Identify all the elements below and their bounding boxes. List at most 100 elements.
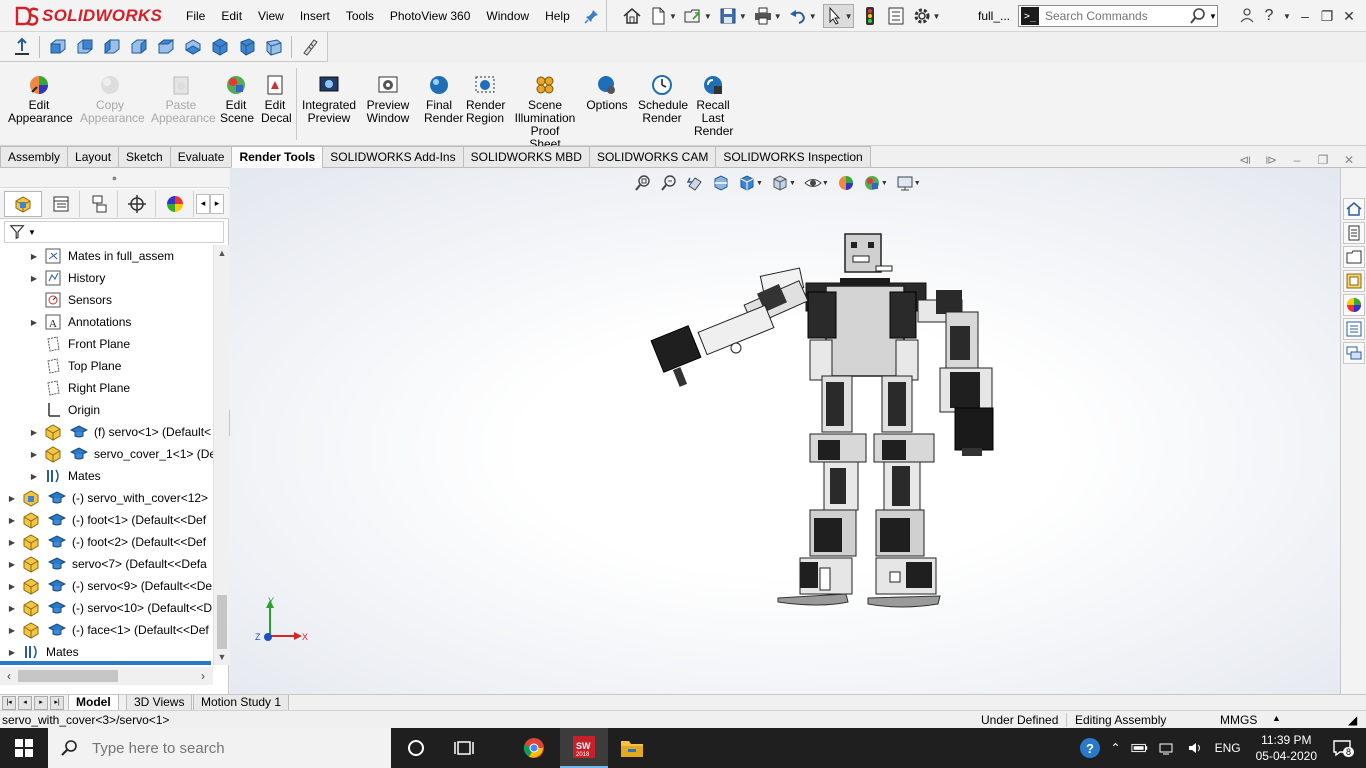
tree-item[interactable]: ▶ servo_cover_1<1> (De	[28, 443, 213, 465]
edit-scene-button[interactable]: Edit Scene	[220, 74, 254, 125]
tree-vertical-scrollbar[interactable]: ▲ ▼	[213, 245, 229, 665]
tree-item[interactable]: Origin	[28, 399, 100, 421]
expand-arrow-icon[interactable]: ▶	[6, 538, 18, 547]
custom-properties-tab[interactable]	[1343, 318, 1365, 340]
doc-minimize-button[interactable]: –	[1284, 153, 1310, 167]
chevron-down-icon[interactable]: ▼	[669, 12, 677, 21]
network-icon[interactable]	[1159, 741, 1177, 755]
battery-icon[interactable]	[1131, 742, 1149, 754]
scene-illumination-button[interactable]: Scene Illumination Proof Sheet	[514, 74, 576, 151]
expand-arrow-icon[interactable]: ▶	[28, 318, 40, 327]
solidworks-taskbar-button[interactable]: SW 2018	[560, 728, 608, 768]
tree-item[interactable]: Front Plane	[28, 333, 130, 355]
solidworks-logo[interactable]: SOLIDWORKS	[14, 4, 162, 28]
pin-menu-icon[interactable]	[584, 8, 600, 24]
render-region-button[interactable]: Render Region	[466, 74, 505, 125]
pane-grip[interactable]: ●	[0, 168, 229, 188]
help-tray-icon[interactable]: ?	[1079, 737, 1101, 759]
edit-decal-button[interactable]: Edit Decal	[261, 74, 292, 125]
expand-arrow-icon[interactable]: ▶	[28, 450, 40, 459]
view-bottom-button[interactable]	[179, 35, 206, 59]
chevron-down-icon[interactable]: ▼	[914, 180, 921, 187]
expand-arrow-icon[interactable]: ▶	[28, 274, 40, 283]
expand-arrow-icon[interactable]: ▶	[6, 560, 18, 569]
tree-item[interactable]: ▶ Mates in full_assem	[28, 245, 174, 267]
tab-solidworks-cam[interactable]: SOLIDWORKS CAM	[588, 146, 716, 168]
expand-arrow-icon[interactable]: ▶	[6, 582, 18, 591]
view-trimetric-button[interactable]	[233, 35, 260, 59]
undo-button[interactable]: ▼	[788, 4, 817, 28]
chevron-down-icon[interactable]: ▼	[1209, 12, 1217, 21]
unit-system[interactable]: MMGS	[1220, 713, 1257, 727]
rebuild-button[interactable]	[860, 4, 880, 28]
view-right-button[interactable]	[125, 35, 152, 59]
restore-button[interactable]: ❐	[1316, 8, 1338, 25]
search-input[interactable]	[1045, 9, 1189, 23]
doc-close-button[interactable]: ✕	[1336, 153, 1362, 167]
edit-appearance-button[interactable]: Edit Appearance	[8, 74, 73, 125]
chevron-down-icon[interactable]: ▼	[1280, 12, 1294, 21]
scroll-thumb[interactable]	[217, 595, 227, 649]
scroll-left-arrow[interactable]: ‹	[2, 667, 16, 685]
chevron-down-icon[interactable]: ▼	[822, 180, 829, 187]
chevron-up-icon[interactable]: ▲	[1272, 713, 1281, 723]
expand-arrow-icon[interactable]: ▶	[6, 494, 18, 503]
tab-solidworks-mbd[interactable]: SOLIDWORKS MBD	[462, 146, 589, 168]
appearances-tab[interactable]	[1343, 294, 1365, 316]
final-render-button[interactable]: Final Render	[424, 74, 463, 125]
chevron-down-icon[interactable]: ▼	[28, 228, 36, 237]
paste-appearance-button[interactable]: Paste Appearance	[151, 74, 216, 125]
system-clock[interactable]: 11:39 PM 05-04-2020	[1256, 732, 1317, 764]
print-button[interactable]: ▼	[753, 4, 782, 28]
scroll-thumb[interactable]	[18, 670, 118, 682]
task-view-button[interactable]	[440, 728, 488, 768]
chevron-down-icon[interactable]: ▼	[739, 12, 747, 21]
view-isometric-button[interactable]	[206, 35, 233, 59]
expand-arrow-icon[interactable]: ▶	[28, 472, 40, 481]
menu-tools[interactable]: Tools	[338, 0, 382, 32]
integrated-preview-button[interactable]: Integrated Preview	[302, 74, 356, 125]
file-properties-button[interactable]	[886, 4, 906, 28]
search-icon[interactable]	[1189, 7, 1207, 25]
select-button[interactable]: ▼	[822, 4, 854, 28]
forum-tab[interactable]	[1343, 342, 1365, 364]
copy-appearance-button[interactable]: Copy Appearance	[80, 74, 145, 125]
tab-evaluate[interactable]: Evaluate	[169, 146, 232, 168]
tab-solidworks-inspection[interactable]: SOLIDWORKS Inspection	[715, 146, 871, 168]
tab-layout[interactable]: Layout	[67, 146, 119, 168]
expand-arrow-icon[interactable]: ▶	[28, 428, 40, 437]
tree-item[interactable]: Right Plane	[28, 377, 130, 399]
configuration-manager-tab[interactable]	[80, 190, 118, 217]
chevron-down-icon[interactable]: ▼	[704, 12, 712, 21]
tree-item[interactable]: ▶ A Annotations	[28, 311, 131, 333]
menu-photoview-360[interactable]: PhotoView 360	[382, 0, 479, 32]
tab-3d-views[interactable]: 3D Views	[126, 695, 193, 711]
notifications-button[interactable]: 8	[1332, 739, 1355, 757]
file-explorer-taskbar-button[interactable]	[608, 728, 656, 768]
view-dimetric-button[interactable]	[260, 35, 287, 59]
dimxpert-manager-tab[interactable]	[118, 190, 156, 217]
tree-item[interactable]: ▶ (-) foot<1> (Default<<Def	[6, 509, 206, 531]
expand-arrow-icon[interactable]: ▶	[6, 516, 18, 525]
triad-toolbar-button[interactable]	[8, 35, 35, 59]
chevron-down-icon[interactable]: ▼	[789, 180, 796, 187]
tree-item[interactable]: ▶ (-) face<1> (Default<<Def	[6, 619, 209, 641]
cortana-button[interactable]	[392, 728, 440, 768]
normal-to-button[interactable]	[296, 35, 323, 59]
tree-item[interactable]: ▶ (-) foot<2> (Default<<Def	[6, 531, 206, 553]
chevron-down-icon[interactable]: ▼	[933, 12, 941, 21]
tab-sketch[interactable]: Sketch	[118, 146, 170, 168]
feature-manager-tab[interactable]	[4, 190, 42, 217]
display-manager-tab[interactable]	[156, 190, 194, 217]
user-icon[interactable]	[1236, 7, 1258, 26]
view-front-button[interactable]	[44, 35, 71, 59]
command-prompt-icon[interactable]: >_	[1021, 7, 1039, 25]
tree-item[interactable]: ▶ (-) servo<10> (Default<<D	[6, 597, 212, 619]
chevron-up-icon[interactable]: ⌃	[1111, 741, 1121, 755]
view-top-button[interactable]	[152, 35, 179, 59]
chevron-down-icon[interactable]: ▼	[774, 12, 782, 21]
tabs-scroll-right[interactable]: ▸	[210, 193, 224, 214]
expand-arrow-icon[interactable]: ▶	[6, 626, 18, 635]
tree-item[interactable]: ▶ (-) servo<9> (Default<<De	[6, 575, 212, 597]
taskbar-search[interactable]	[48, 728, 391, 768]
